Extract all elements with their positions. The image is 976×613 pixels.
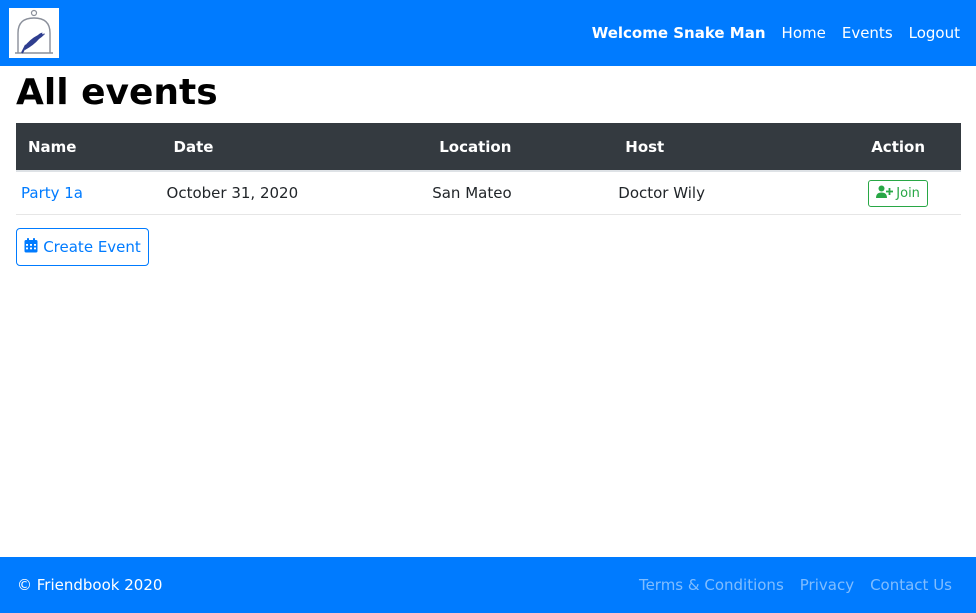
event-location: San Mateo (427, 171, 614, 215)
header-name: Name (16, 123, 162, 172)
events-table: Name Date Location Host Action Party 1a … (16, 123, 961, 215)
footer-link-privacy[interactable]: Privacy (800, 576, 854, 594)
copyright-text: © Friendbook 2020 (17, 576, 163, 594)
join-button-label: Join (896, 186, 920, 201)
calendar-icon (24, 237, 38, 257)
table-header-row: Name Date Location Host Action (16, 123, 961, 172)
header-location: Location (427, 123, 614, 172)
table-row: Party 1a October 31, 2020 San Mateo Doct… (16, 171, 961, 215)
nav-menu: Welcome Snake Man Home Events Logout (592, 0, 960, 66)
welcome-text: Welcome Snake Man (591, 24, 766, 42)
join-button[interactable]: Join (868, 180, 928, 207)
event-host: Doctor Wily (613, 171, 836, 215)
footer: © Friendbook 2020 Terms & Conditions Pri… (0, 557, 976, 613)
create-event-button[interactable]: Create Event (16, 228, 149, 266)
footer-links: Terms & Conditions Privacy Contact Us (639, 557, 952, 613)
header-host: Host (613, 123, 836, 172)
event-name-link[interactable]: Party 1a (21, 184, 83, 202)
create-event-label: Create Event (43, 238, 141, 256)
footer-link-terms[interactable]: Terms & Conditions (639, 576, 784, 594)
user-plus-icon (876, 185, 894, 202)
nav-link-logout[interactable]: Logout (909, 24, 960, 42)
birdcage-logo-icon[interactable] (9, 8, 59, 58)
navbar: Welcome Snake Man Home Events Logout (0, 0, 976, 66)
nav-link-home[interactable]: Home (782, 24, 826, 42)
footer-link-contact[interactable]: Contact Us (870, 576, 952, 594)
page-title: All events (16, 72, 218, 113)
header-action: Action (835, 123, 961, 172)
header-date: Date (161, 123, 428, 172)
event-date: October 31, 2020 (161, 171, 428, 215)
nav-link-events[interactable]: Events (842, 24, 893, 42)
